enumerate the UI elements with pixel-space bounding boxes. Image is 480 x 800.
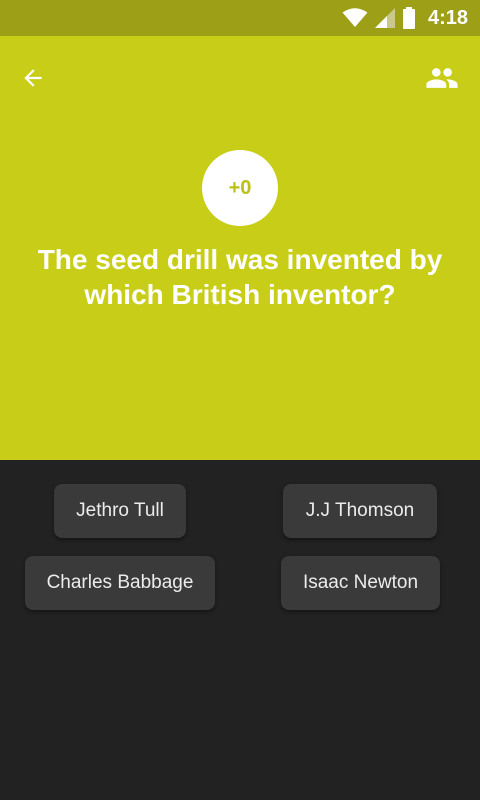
wifi-icon (342, 8, 368, 27)
cell-signal-icon (374, 8, 395, 28)
answer-button-4[interactable]: Isaac Newton (281, 556, 440, 610)
battery-icon (402, 7, 415, 29)
people-icon (426, 68, 458, 88)
status-bar: 4:18 (0, 0, 480, 36)
players-button[interactable] (422, 62, 462, 94)
question-header: +0 The seed drill was invented by which … (0, 36, 480, 460)
arrow-back-icon (24, 69, 42, 87)
score-badge: +0 (202, 150, 278, 226)
answer-button-1[interactable]: Jethro Tull (54, 484, 186, 538)
answer-button-2[interactable]: J.J Thomson (283, 484, 437, 538)
clock: 4:18 (427, 6, 468, 29)
question-text: The seed drill was invented by which Bri… (37, 244, 443, 310)
answer-button-3[interactable]: Charles Babbage (25, 556, 215, 610)
back-button[interactable] (20, 62, 64, 94)
status-icons: 4:18 (342, 0, 468, 36)
